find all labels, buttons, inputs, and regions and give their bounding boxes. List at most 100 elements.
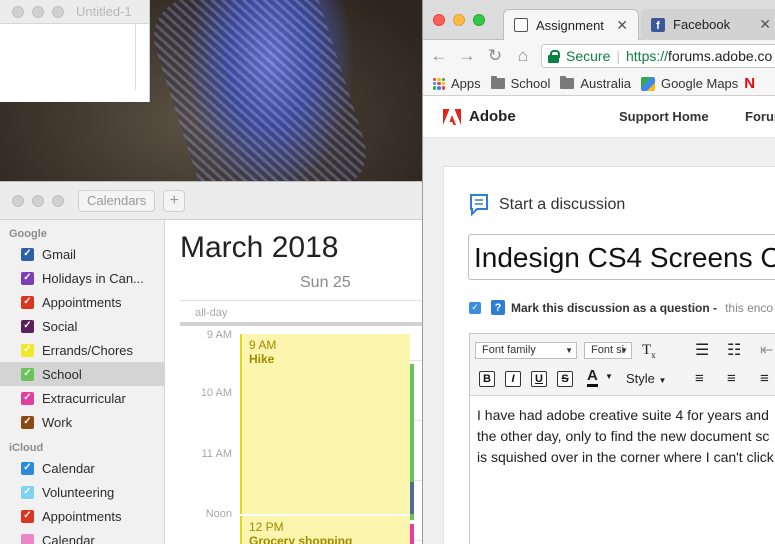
calendar-item[interactable]: ✓ Gmail	[0, 242, 164, 266]
close-button[interactable]	[12, 194, 24, 207]
adobe-logo-icon[interactable]	[443, 108, 461, 125]
window-title: Untitled-1	[76, 4, 132, 19]
all-day-row[interactable]: all-day	[180, 300, 424, 326]
calendar-checkbox[interactable]: ✓	[21, 509, 34, 523]
nav-forums[interactable]: Forun	[745, 109, 775, 124]
clear-formatting-icon[interactable]: Tx	[642, 342, 656, 360]
calendar-checkbox[interactable]: ✓	[21, 485, 34, 499]
bookmark-australia[interactable]: Australia	[560, 76, 631, 91]
add-event-button[interactable]: +	[163, 189, 186, 212]
calendar-checkbox[interactable]: ✓	[21, 391, 34, 405]
event-title: Grocery shopping	[249, 534, 353, 544]
minimize-button[interactable]	[453, 14, 465, 26]
close-button[interactable]	[433, 14, 445, 26]
dropdown-arrow-icon[interactable]: ▼	[605, 372, 613, 381]
minimize-button[interactable]	[32, 194, 44, 207]
event-time: 9 AM	[249, 338, 277, 352]
tab-facebook[interactable]: f Facebook ✕	[641, 9, 775, 40]
tab-label: Assignment	[536, 17, 604, 33]
month-label: March	[180, 231, 264, 264]
align-left-icon[interactable]: ≡	[695, 370, 704, 387]
font-family-select[interactable]: Font family ▼	[475, 342, 577, 359]
address-bar[interactable]: Secure | https:// forums.adobe.co	[541, 44, 775, 68]
text-color-icon[interactable]: A	[587, 368, 598, 387]
reload-icon[interactable]: ↻	[483, 46, 507, 66]
calendar-item-label: Appointments	[42, 294, 122, 310]
calendar-item[interactable]: Calendar	[0, 528, 164, 544]
calendars-button[interactable]: Calendars	[78, 189, 156, 212]
dropdown-arrow-icon: ▼	[658, 376, 667, 385]
bookmark-apps[interactable]: Apps	[433, 76, 481, 91]
editor-toolbar: Font family ▼ Font si ▼ Tx ☰ ☷ ⇤ B I U S…	[470, 334, 775, 396]
style-dropdown[interactable]: Style ▼	[626, 371, 666, 386]
calendar-item[interactable]: ✓ Holidays in Can...	[0, 266, 164, 290]
calendar-checkbox[interactable]: ✓	[21, 367, 34, 381]
event-hike[interactable]: 9 AM Hike	[240, 334, 410, 514]
zoom-button[interactable]	[473, 14, 485, 26]
event-edge[interactable]	[410, 524, 414, 544]
back-icon[interactable]: ←	[427, 46, 451, 66]
close-button[interactable]	[12, 5, 24, 18]
calendar-checkbox[interactable]: ✓	[21, 271, 34, 285]
tab-assignment[interactable]: Assignment ✕	[503, 9, 639, 40]
bold-icon[interactable]: B	[479, 371, 495, 387]
zoom-button[interactable]	[52, 5, 64, 18]
calendar-item[interactable]: ✓ Social	[0, 314, 164, 338]
lock-icon	[548, 49, 560, 63]
bullet-list-icon[interactable]: ☰	[695, 340, 709, 360]
event-edge[interactable]	[410, 482, 414, 514]
bookmark-school[interactable]: School	[490, 76, 551, 91]
folder-icon	[490, 76, 505, 89]
font-size-value: Font si	[591, 344, 625, 356]
all-day-label: all-day	[195, 307, 228, 319]
bookmark-google-maps[interactable]: Google Maps	[640, 76, 738, 91]
calendar-checkbox[interactable]: ✓	[21, 319, 34, 333]
outdent-icon[interactable]: ⇤	[760, 340, 773, 360]
calendar-item[interactable]: ✓ Errands/Chores	[0, 338, 164, 362]
nav-support-home[interactable]: Support Home	[619, 109, 709, 124]
brand-name[interactable]: Adobe	[469, 108, 516, 125]
editor-content[interactable]: I have had adobe creative suite 4 for ye…	[470, 396, 775, 468]
zoom-button[interactable]	[52, 194, 64, 207]
close-tab-icon[interactable]: ✕	[759, 16, 771, 33]
minimize-button[interactable]	[32, 5, 44, 18]
align-center-icon[interactable]: ≡	[727, 370, 736, 387]
font-size-select[interactable]: Font si ▼	[584, 342, 632, 359]
calendar-item[interactable]: ✓ School	[0, 362, 164, 386]
calendar-item[interactable]: ✓ Volunteering	[0, 480, 164, 504]
facebook-icon: f	[651, 17, 665, 32]
tab-bar: Assignment ✕ f Facebook ✕	[423, 0, 775, 40]
calendar-checkbox[interactable]: ✓	[21, 295, 34, 309]
mark-question-checkbox[interactable]: ✓	[469, 301, 481, 314]
event-time: 12 PM	[249, 520, 284, 534]
numbered-list-icon[interactable]: ☷	[727, 340, 741, 360]
italic-icon[interactable]: I	[505, 371, 521, 387]
home-icon[interactable]: ⌂	[511, 46, 535, 66]
netflix-icon[interactable]: N	[744, 76, 755, 91]
calendar-item[interactable]: ✓ Calendar	[0, 456, 164, 480]
event-grocery-shopping[interactable]: 12 PM Grocery shopping	[240, 516, 410, 544]
bookmark-label: School	[510, 76, 551, 91]
question-icon: ?	[491, 300, 505, 315]
forward-icon[interactable]: →	[455, 46, 479, 66]
calendar-checkbox[interactable]	[21, 533, 34, 544]
tab-label: Facebook	[673, 17, 731, 32]
calendar-item[interactable]: ✓ Extracurricular	[0, 386, 164, 410]
editor-line: the other day, only to find the new docu…	[477, 428, 770, 444]
url-host: forums.adobe.co	[668, 48, 773, 64]
underline-icon[interactable]: U	[531, 371, 547, 387]
editor-line: I have had adobe creative suite 4 for ye…	[477, 407, 769, 423]
calendar-checkbox[interactable]: ✓	[21, 247, 34, 261]
calendar-checkbox[interactable]: ✓	[21, 461, 34, 475]
calendar-item[interactable]: ✓ Appointments	[0, 504, 164, 528]
calendar-checkbox[interactable]: ✓	[21, 415, 34, 429]
discussion-title-input[interactable]: Indesign CS4 Screens C	[468, 234, 775, 280]
calendar-item[interactable]: ✓ Work	[0, 410, 164, 434]
year-label: 2018	[271, 231, 339, 264]
strikethrough-icon[interactable]: S	[557, 371, 573, 387]
calendar-item[interactable]: ✓ Appointments	[0, 290, 164, 314]
calendar-checkbox[interactable]: ✓	[21, 343, 34, 357]
close-tab-icon[interactable]: ✕	[616, 17, 628, 34]
align-right-icon[interactable]: ≡	[760, 370, 769, 387]
calendar-item-label: Social	[42, 318, 78, 334]
